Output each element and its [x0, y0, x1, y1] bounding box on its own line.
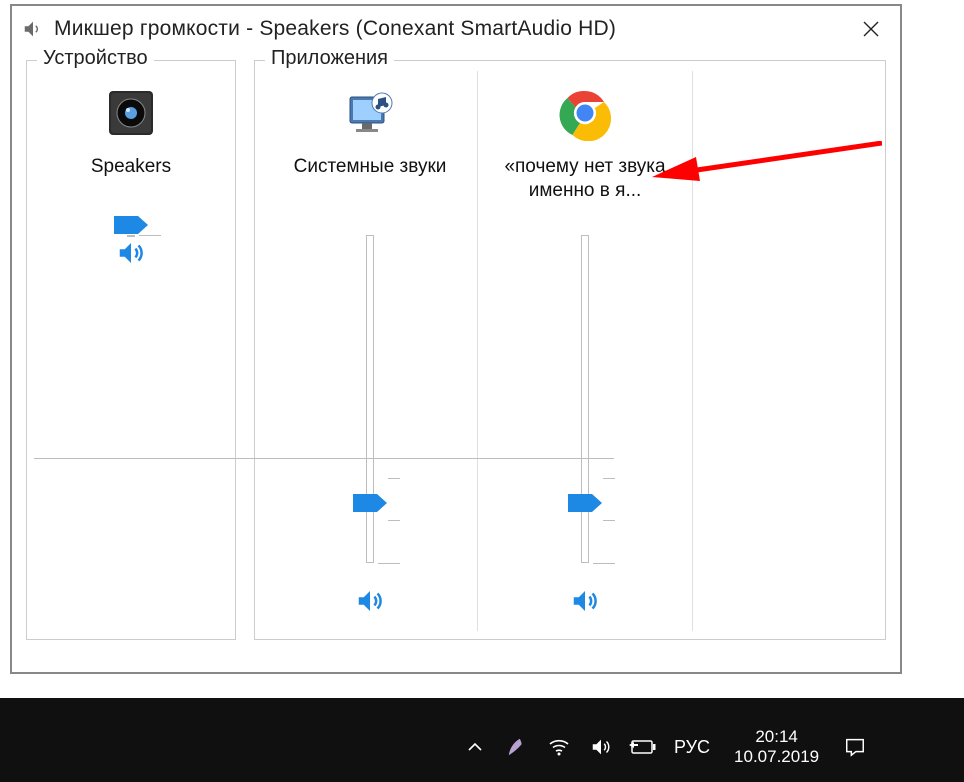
taskbar: РУС 20:14 10.07.2019	[0, 712, 964, 782]
annotation-arrow	[652, 141, 882, 186]
volume-mixer-window: Микшер громкости - Speakers (Conexant Sm…	[10, 4, 902, 674]
volume-slider-chrome[interactable]	[545, 225, 625, 573]
applications-group-label: Приложения	[265, 47, 394, 70]
device-group-label: Устройство	[37, 47, 154, 70]
language-indicator[interactable]: РУС	[664, 737, 720, 758]
channel-device-label: Speakers	[91, 155, 171, 205]
mute-button-device[interactable]	[111, 233, 151, 273]
tray-volume-icon[interactable]	[580, 721, 622, 773]
tray-overflow-icon[interactable]	[454, 721, 496, 773]
speaker-device-icon[interactable]	[103, 85, 159, 141]
titlebar[interactable]: Микшер громкости - Speakers (Conexant Sm…	[12, 6, 900, 52]
clock-date: 10.07.2019	[734, 747, 819, 767]
tray-wifi-icon[interactable]	[538, 721, 580, 773]
action-center-icon[interactable]	[833, 721, 877, 773]
mute-button-system[interactable]	[350, 581, 390, 621]
mute-button-chrome[interactable]	[565, 581, 605, 621]
clock-time: 20:14	[734, 727, 819, 747]
speaker-icon	[22, 18, 44, 40]
tray-battery-icon[interactable]	[622, 721, 664, 773]
channel-system-sounds: Системные звуки	[263, 71, 478, 631]
channel-device: Speakers	[35, 71, 227, 283]
window-title: Микшер громкости - Speakers (Conexant Sm…	[54, 17, 846, 41]
close-button[interactable]	[846, 6, 896, 52]
chrome-icon[interactable]	[557, 85, 613, 141]
system-sounds-icon[interactable]	[342, 85, 398, 141]
device-group: Устройство Speakers	[26, 60, 236, 640]
channel-system-label: Системные звуки	[294, 155, 447, 205]
clock[interactable]: 20:14 10.07.2019	[720, 727, 833, 768]
tray-pen-icon[interactable]	[496, 721, 538, 773]
level-connector	[34, 458, 614, 459]
volume-slider-system[interactable]	[330, 225, 410, 573]
